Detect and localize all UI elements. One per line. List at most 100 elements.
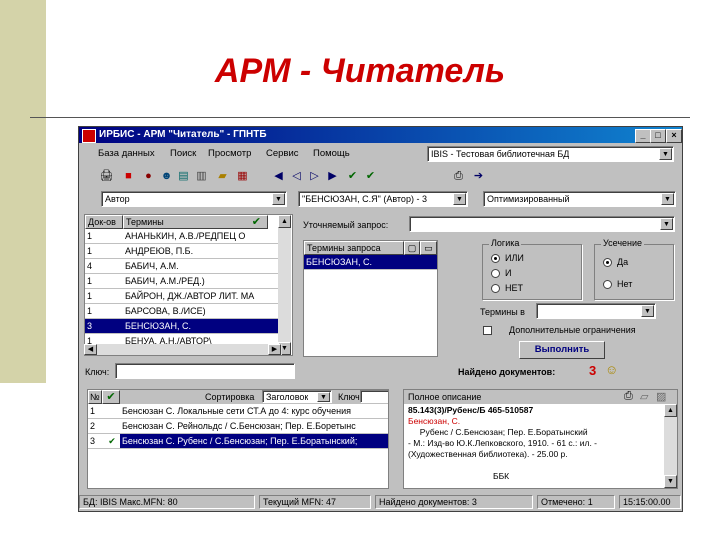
database-select[interactable]: IBIS - Тестовая библиотечная БД ▼: [427, 146, 674, 162]
truncation-yes-radio[interactable]: [603, 258, 612, 267]
refined-query-select[interactable]: ▼: [409, 216, 675, 232]
query-term-item[interactable]: БЕНСЮЗАН, С.: [304, 255, 437, 270]
logic-or-radio[interactable]: [491, 254, 500, 263]
chevron-down-icon[interactable]: ▼: [660, 218, 673, 230]
print-icon[interactable]: ⎙: [624, 390, 633, 403]
chevron-down-icon[interactable]: ▼: [272, 193, 285, 205]
print-icon[interactable]: ⎙: [451, 170, 466, 183]
scroll-up-icon[interactable]: ▲: [278, 215, 291, 228]
result-number: 3: [88, 434, 102, 448]
extra-limits-checkbox[interactable]: [483, 326, 492, 335]
logic-and-radio[interactable]: [491, 269, 500, 278]
folder-icon[interactable]: ▰: [215, 170, 230, 183]
description-line: Бенсюзан, С.: [408, 416, 461, 426]
dictionary-table[interactable]: Док-ов Термины ✔ 1 АНАНЬКИН, А.В./РЕДПЕЦ О…: [84, 214, 293, 356]
dictionary-row[interactable]: 3 БЕНСЮЗАН, С.: [85, 319, 278, 334]
title-bar[interactable]: ИРБИС - АРМ "Читатель" - ГПНТБ _ □ ×: [79, 127, 682, 143]
truncation-no-radio[interactable]: [603, 280, 612, 289]
menu-database[interactable]: База данных: [98, 148, 155, 159]
terms-in-select[interactable]: ▼: [536, 303, 656, 319]
logic-and-label: И: [505, 268, 512, 278]
sort-select[interactable]: Заголовок ▼: [262, 390, 332, 403]
export-icon[interactable]: ➔: [471, 170, 486, 183]
scroll-right-icon[interactable]: ▶: [268, 344, 281, 355]
menu-help[interactable]: Помощь: [313, 148, 350, 159]
scroll-down-icon[interactable]: ▼: [664, 475, 677, 488]
result-row[interactable]: 1 Бенсюзан С. Локальные сети СТ.А до 4: к…: [88, 404, 388, 419]
description-line: [408, 460, 660, 471]
truncation-yes-label: Да: [617, 257, 629, 267]
result-text: Бенсюзан С. Рейнольдс / С.Бенсюзан; Пер.…: [122, 421, 356, 431]
result-row[interactable]: 3 ✔ Бенсюзан С. Рубенс / С.Бенсюзан; Пер. …: [88, 434, 388, 449]
arrow-left2-icon[interactable]: ◁: [289, 170, 304, 183]
execute-button[interactable]: Выполнить: [519, 341, 605, 359]
toolbar: 🖨 ■ ● ☻ ▤ ▥ ▰ ▦ ◀ ◁ ▷ ▶ ✔ ✔ ⎙ ➔: [79, 164, 682, 188]
description-scrollbar[interactable]: ▲ ▼: [664, 404, 677, 488]
users-icon[interactable]: ☻: [159, 170, 174, 183]
check2-icon[interactable]: ✔: [363, 170, 378, 183]
book-icon[interactable]: ▥: [194, 170, 209, 183]
chevron-down-icon[interactable]: ▼: [661, 193, 674, 205]
smiley-icon: ☺: [605, 362, 619, 377]
close-button[interactable]: ×: [666, 129, 682, 143]
result-row[interactable]: 2 Бенсюзан С. Рейнольдс / С.Бенсюзан; Пер…: [88, 419, 388, 434]
scroll-up-icon[interactable]: ▲: [664, 404, 677, 417]
books-icon[interactable]: ▦: [235, 170, 250, 183]
arrow-right-icon[interactable]: ▷: [307, 170, 322, 183]
car-icon[interactable]: ■: [121, 170, 136, 183]
dictionary-row[interactable]: 1 БАРСОВА, В./ИСЕ): [85, 304, 278, 319]
dictionary-count: 1: [87, 276, 93, 286]
chevron-down-icon[interactable]: ▼: [453, 193, 466, 205]
dictionary-row[interactable]: 1 БАЙРОН, ДЖ./АВТОР ЛИТ. МА: [85, 289, 278, 304]
sort-select-value: Заголовок: [266, 392, 309, 402]
chevron-down-icon[interactable]: ▼: [641, 305, 654, 317]
description-line: Рубенс / С.Бенсюзан; Пер. Е.Боратынский: [408, 427, 588, 437]
dictionary-scrollbar[interactable]: ▲ ▼: [278, 215, 291, 355]
menu-service[interactable]: Сервис: [266, 148, 299, 159]
printer-icon[interactable]: 🖨: [99, 170, 114, 183]
truncation-group-label: Усечение: [601, 238, 645, 248]
search-mode-select[interactable]: Оптимизированный ▼: [483, 191, 676, 207]
dictionary-row[interactable]: 4 БАБИЧ, А.М.: [85, 259, 278, 274]
logic-not-radio[interactable]: [491, 284, 500, 293]
chevron-down-icon[interactable]: ▼: [659, 148, 672, 160]
chevron-down-icon[interactable]: ▼: [317, 392, 330, 402]
result-check-cell[interactable]: [102, 419, 120, 433]
results-key-label: Ключ: [338, 392, 360, 402]
dictionary-row[interactable]: 1 БАБИЧ, А.М./РЕД.): [85, 274, 278, 289]
query-select[interactable]: "БЕНСЮЗАН, С.Я" (Автор) - 3 ▼: [298, 191, 468, 207]
result-check-cell[interactable]: [102, 404, 120, 418]
query-terms-list[interactable]: Термины запроса ▢ ▭ БЕНСЮЗАН, С.: [303, 240, 438, 357]
dictionary-hscrollbar[interactable]: ◀ ▶: [84, 344, 282, 355]
scroll-left-icon[interactable]: ◀: [84, 344, 97, 355]
minimize-button[interactable]: _: [635, 129, 651, 143]
prefix-select[interactable]: Автор ▼: [101, 191, 287, 207]
menu-search[interactable]: Поиск: [170, 148, 196, 159]
arrow-left-icon[interactable]: ◀: [271, 170, 286, 183]
check-icon[interactable]: ✔: [102, 390, 120, 404]
terms-in-label: Термины в: [480, 307, 525, 317]
settings-icon[interactable]: ▨: [656, 390, 666, 403]
check-icon[interactable]: ✔: [345, 170, 360, 183]
key-input[interactable]: [115, 363, 295, 379]
found-count: 3: [589, 363, 597, 378]
column-header-count[interactable]: Док-ов: [85, 215, 123, 229]
check-icon[interactable]: ✔: [102, 434, 120, 448]
status-bar: БД: IBIS Макс.MFN: 80 Текущий MFN: 47 На…: [79, 494, 682, 510]
delete-term-icon[interactable]: ▭: [420, 241, 437, 255]
check-icon: ✔: [251, 216, 261, 228]
dictionary-count: 1: [87, 246, 93, 256]
results-key-input[interactable]: [360, 390, 388, 403]
record-icon[interactable]: ●: [141, 170, 156, 183]
copy-icon[interactable]: ▱: [640, 390, 648, 403]
results-table[interactable]: № ✔ Сортировка Заголовок ▼ Ключ 1 Бенсюза…: [87, 389, 389, 489]
arrow-right2-icon[interactable]: ▶: [325, 170, 340, 183]
maximize-button[interactable]: □: [650, 129, 666, 143]
menu-view[interactable]: Просмотр: [208, 148, 251, 159]
new-term-icon[interactable]: ▢: [404, 241, 420, 255]
db-icon[interactable]: ▤: [176, 170, 191, 183]
column-header-terms[interactable]: Термины ✔: [123, 215, 268, 229]
dictionary-row[interactable]: 1 АНДРЕЮВ, П.Б.: [85, 244, 278, 259]
refined-query-label: Уточняемый запрос:: [303, 220, 389, 230]
dictionary-row[interactable]: 1 АНАНЬКИН, А.В./РЕДПЕЦ О: [85, 229, 278, 244]
